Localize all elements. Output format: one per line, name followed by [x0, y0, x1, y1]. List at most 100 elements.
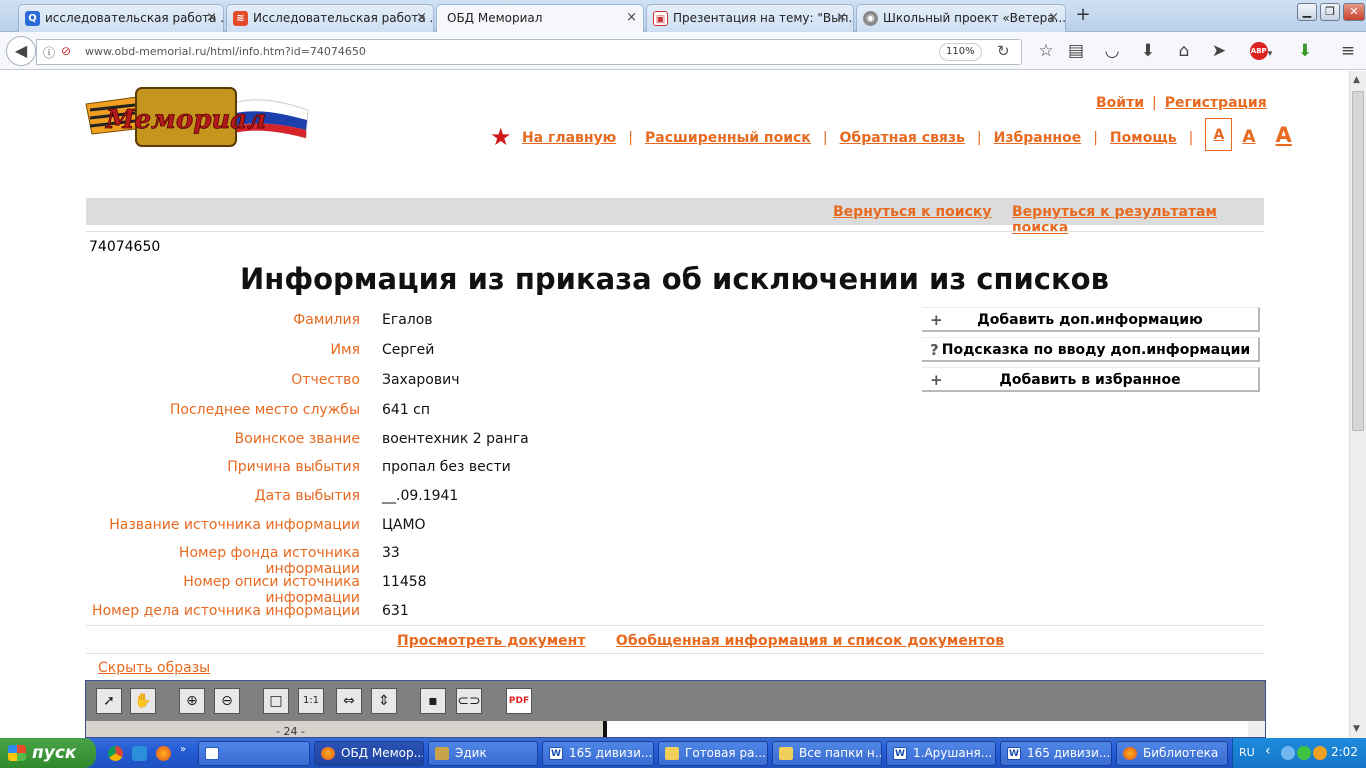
- taskbar-item-edik[interactable]: Эдик: [428, 741, 538, 766]
- nav-advanced-search[interactable]: Расширенный поиск: [645, 130, 811, 146]
- reading-list-icon[interactable]: ▤: [1062, 38, 1090, 64]
- chrome-icon[interactable]: [108, 746, 123, 761]
- tab-obd-memorial[interactable]: ОБД Мемориал ×: [436, 4, 644, 33]
- scroll-up-icon[interactable]: ▲: [1353, 75, 1360, 85]
- save-icon[interactable]: ▪: [420, 688, 446, 714]
- search-icon: Q: [25, 11, 40, 26]
- taskbar-item-folder-1[interactable]: Готовая ра...: [658, 741, 768, 766]
- address-bar[interactable]: ⓘ ⊘ www.obd-memorial.ru/html/info.htm?id…: [36, 39, 1022, 65]
- nav-favorites[interactable]: Избранное: [994, 130, 1082, 146]
- login-link[interactable]: Войти: [1096, 95, 1144, 111]
- close-icon[interactable]: ×: [836, 5, 847, 31]
- fit-height-icon[interactable]: ⇕: [371, 688, 397, 714]
- language-indicator[interactable]: RU: [1239, 746, 1255, 759]
- document-image[interactable]: - 24 -: [86, 721, 605, 738]
- taskbar-item-library[interactable]: Библиотека: [1116, 741, 1228, 766]
- pdf-icon[interactable]: PDF: [506, 688, 532, 714]
- font-size-small[interactable]: A: [1205, 117, 1233, 151]
- scrollbar-thumb[interactable]: [1352, 91, 1364, 431]
- taskbar-item-word-1[interactable]: W 165 дивизи...: [542, 741, 654, 766]
- label-reason: Причина выбытия: [227, 459, 360, 475]
- browser-tab-bar: Q исследовательская работа ... × ≋ Иссле…: [0, 0, 1366, 33]
- tab-search-research[interactable]: Q исследовательская работа ... ×: [18, 4, 224, 32]
- update-icon[interactable]: [1313, 746, 1327, 760]
- zoom-indicator[interactable]: 110%: [939, 43, 982, 61]
- close-icon[interactable]: ×: [1048, 5, 1059, 31]
- window-close-button[interactable]: ✕: [1343, 3, 1365, 21]
- pointer-tool-icon[interactable]: ➚: [96, 688, 122, 714]
- taskbar-item-window[interactable]: [198, 741, 310, 766]
- link-icon[interactable]: ⊂⊃: [456, 688, 482, 714]
- info-icon[interactable]: ⓘ: [43, 44, 55, 61]
- addon-download-icon[interactable]: ⬇: [1290, 38, 1320, 64]
- label-date: Дата выбытия: [254, 488, 360, 504]
- new-tab-button[interactable]: +: [1072, 4, 1094, 28]
- nav-help[interactable]: Помощь: [1110, 130, 1177, 146]
- label-opis: Номер описи источника информации: [183, 574, 360, 606]
- close-icon[interactable]: ×: [626, 5, 637, 31]
- hand-tool-icon[interactable]: ✋: [130, 688, 156, 714]
- insecure-lock-icon[interactable]: ⊘: [61, 44, 71, 58]
- window-icon: [205, 747, 219, 760]
- logo-text: Мемориал: [105, 105, 266, 135]
- start-button[interactable]: пуск: [0, 738, 96, 768]
- page-scrollbar[interactable]: ▲ ▼: [1349, 71, 1366, 738]
- menu-icon[interactable]: ≡: [1334, 38, 1362, 64]
- bookmark-star-icon[interactable]: ☆: [1032, 38, 1060, 64]
- tab-title: ОБД Мемориал: [447, 11, 543, 25]
- back-button[interactable]: ◀: [6, 36, 36, 66]
- adblock-icon[interactable]: ABP▾: [1246, 38, 1276, 64]
- value-last-service: 641 сп: [382, 402, 431, 418]
- network-icon[interactable]: [1281, 746, 1295, 760]
- close-icon[interactable]: ×: [416, 5, 427, 31]
- reload-icon[interactable]: ↻: [997, 42, 1010, 60]
- taskbar-item-folder-2[interactable]: Все папки н...: [772, 741, 882, 766]
- fit-page-icon[interactable]: □: [263, 688, 289, 714]
- tray-expand-icon[interactable]: ‹: [1265, 743, 1271, 759]
- input-hint-button[interactable]: ? Подсказка по вводу доп.информации: [922, 337, 1260, 362]
- fit-width-icon[interactable]: ⇔: [336, 688, 362, 714]
- viewer-splitter[interactable]: [603, 721, 607, 737]
- security-icon[interactable]: [1297, 746, 1311, 760]
- download-icon[interactable]: ⬇: [1134, 38, 1162, 64]
- back-to-search-link[interactable]: Вернуться к поиску: [833, 204, 992, 220]
- nav-feedback[interactable]: Обратная связь: [840, 130, 965, 146]
- home-icon[interactable]: ⌂: [1170, 38, 1198, 64]
- url-text[interactable]: www.obd-memorial.ru/html/info.htm?id=740…: [85, 45, 366, 58]
- font-size-large[interactable]: A: [1276, 123, 1292, 147]
- summary-link[interactable]: Обобщенная информация и список документо…: [616, 633, 1004, 649]
- quicklaunch-expand-icon[interactable]: »: [180, 744, 186, 755]
- pocket-icon[interactable]: ◡: [1098, 38, 1126, 64]
- account-links: Войти | Регистрация: [1096, 95, 1267, 111]
- hide-images-link[interactable]: Скрыть образы: [98, 660, 210, 676]
- send-icon[interactable]: ➤: [1205, 38, 1233, 64]
- firefox-icon[interactable]: [156, 746, 171, 761]
- memorial-logo[interactable]: Мемориал: [84, 84, 314, 156]
- zoom-out-icon[interactable]: ⊖: [214, 688, 240, 714]
- clock: 2:02: [1331, 745, 1358, 759]
- add-info-button[interactable]: + Добавить доп.информацию: [922, 307, 1260, 332]
- taskbar-item-word-3[interactable]: W 165 дивизи...: [1000, 741, 1112, 766]
- zoom-in-icon[interactable]: ⊕: [179, 688, 205, 714]
- font-size-medium[interactable]: A: [1242, 127, 1255, 147]
- minimize-button[interactable]: ▁: [1297, 3, 1317, 21]
- scroll-down-icon[interactable]: ▼: [1353, 724, 1360, 734]
- tab-school-project[interactable]: ◉ Школьный проект «Ветера... ×: [856, 4, 1066, 32]
- nav-home[interactable]: На главную: [522, 130, 616, 146]
- restore-button[interactable]: ❐: [1320, 3, 1340, 21]
- taskbar-item-firefox[interactable]: ОБД Мемор...: [314, 741, 424, 766]
- tab-presentation[interactable]: ▣ Презентация на тему: "Вып... ×: [646, 4, 854, 32]
- viewer-scrollbar[interactable]: [1248, 721, 1265, 737]
- tab-research-work[interactable]: ≋ Исследовательская работа ... ×: [226, 4, 434, 32]
- value-rank: воентехник 2 ранга: [382, 431, 529, 447]
- close-icon[interactable]: ×: [206, 5, 217, 31]
- taskbar-item-word-2[interactable]: W 1.Арушаня...: [886, 741, 996, 766]
- view-document-link[interactable]: Просмотреть документ: [397, 633, 585, 649]
- media-icon[interactable]: [132, 746, 147, 761]
- program-icon: [435, 747, 449, 760]
- add-favorite-button[interactable]: + Добавить в избранное: [922, 367, 1260, 392]
- actual-size-icon[interactable]: 1:1: [298, 688, 324, 714]
- page-number-text: - 24 -: [276, 725, 305, 738]
- plus-icon: +: [930, 371, 943, 389]
- register-link[interactable]: Регистрация: [1165, 95, 1267, 111]
